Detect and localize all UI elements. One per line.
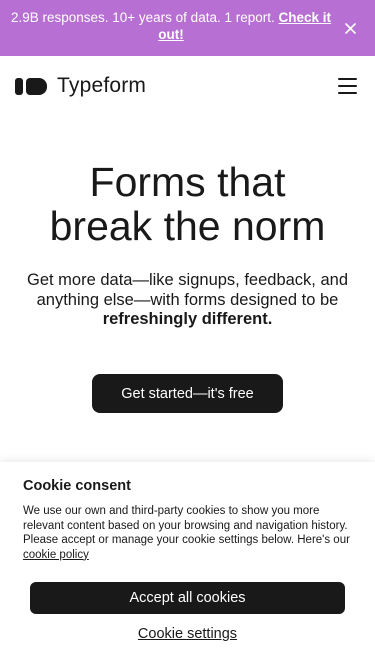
cookie-consent-body: We use our own and third-party cookies t… — [23, 505, 350, 546]
cookie-settings-link[interactable]: Cookie settings — [0, 626, 375, 642]
hero-title: Forms that break the norm — [0, 160, 375, 248]
cookie-consent-panel: Cookie consent We use our own and third-… — [0, 462, 375, 667]
hero-subtitle-bold: refreshingly different. — [102, 310, 273, 328]
cookie-policy-link[interactable]: cookie policy — [23, 549, 89, 561]
page: 2.9B responses. 10+ years of data. 1 rep… — [0, 0, 375, 667]
cookie-consent-text: We use our own and third-party cookies t… — [23, 504, 353, 562]
site-header: Typeform — [0, 56, 375, 114]
announcement-banner: 2.9B responses. 10+ years of data. 1 rep… — [0, 0, 375, 56]
close-icon-glyph — [344, 22, 356, 34]
get-started-button[interactable]: Get started—it's free — [92, 374, 283, 413]
logo-text: Typeform — [57, 74, 147, 97]
accept-all-cookies-button[interactable]: Accept all cookies — [30, 582, 345, 614]
hero-title-line2: break the norm — [49, 203, 326, 249]
close-icon[interactable] — [340, 18, 360, 38]
hamburger-menu-icon[interactable] — [338, 78, 358, 94]
banner-text-block: 2.9B responses. 10+ years of data. 1 rep… — [8, 9, 334, 43]
typeform-logo[interactable]: Typeform — [15, 74, 146, 98]
hero-title-line1: Forms that — [89, 159, 286, 205]
banner-message: 2.9B responses. 10+ years of data. 1 rep… — [10, 10, 275, 25]
hero-subtitle-text: Get more data—like signups, feedback, an… — [26, 271, 349, 309]
hero-subtitle: Get more data—like signups, feedback, an… — [18, 271, 357, 330]
typeform-logo-mark-icon — [15, 77, 47, 95]
cookie-consent-title: Cookie consent — [23, 478, 131, 494]
